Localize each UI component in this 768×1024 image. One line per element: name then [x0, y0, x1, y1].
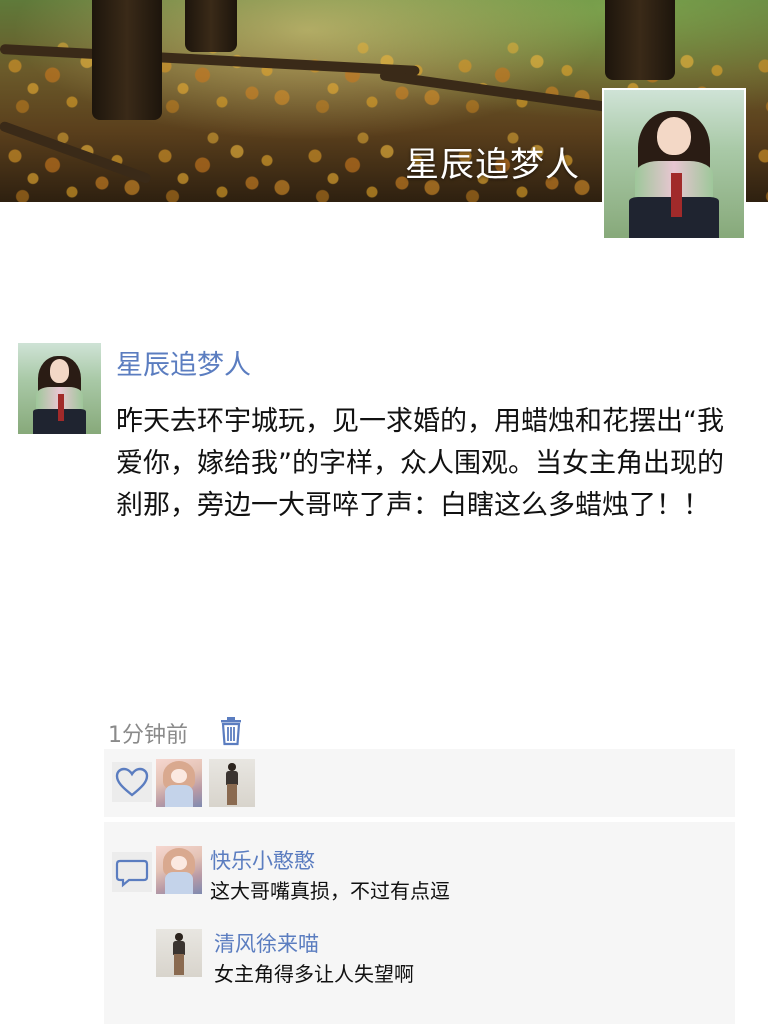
post-author-name[interactable]: 星辰追梦人	[116, 343, 251, 382]
comment-author[interactable]: 快乐小憨憨	[210, 845, 315, 875]
profile-avatar[interactable]	[602, 88, 746, 240]
likes-panel	[104, 749, 735, 817]
cover-tree-trunk	[185, 0, 237, 52]
liker-avatar[interactable]	[209, 759, 255, 807]
commenter-avatar[interactable]	[156, 929, 202, 977]
post-text: 昨天去环宇城玩，见一求婚的，用蜡烛和花摆出“我爱你，嫁给我”的字样，众人围观。当…	[116, 406, 724, 521]
comment-author[interactable]: 清风徐来喵	[214, 928, 319, 958]
trash-icon[interactable]	[218, 716, 244, 746]
cover-display-name: 星辰追梦人	[405, 145, 580, 185]
cover-tree-trunk	[605, 0, 675, 80]
liker-avatar[interactable]	[156, 759, 202, 807]
cover-tree-trunk	[92, 0, 162, 120]
heart-outline-icon[interactable]	[112, 762, 152, 802]
comment-text: 这大哥嘴真损，不过有点逗	[210, 879, 450, 903]
post-timestamp: 1分钟前	[108, 723, 188, 748]
comment-bubble-icon[interactable]	[112, 852, 152, 892]
comment-text: 女主角得多让人失望啊	[214, 962, 414, 986]
post-author-avatar[interactable]	[18, 343, 101, 434]
comments-panel: 快乐小憨憨 这大哥嘴真损，不过有点逗 清风徐来喵 女主角得多让人失望啊	[104, 822, 735, 1024]
commenter-avatar[interactable]	[156, 846, 202, 894]
